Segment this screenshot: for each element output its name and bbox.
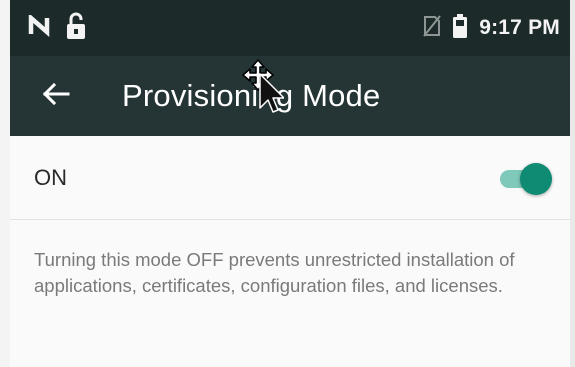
settings-content: ON Turning this mode OFF prevents unrest…	[10, 136, 570, 367]
lock-open-icon	[66, 12, 86, 45]
toggle-label: ON	[34, 165, 67, 190]
right-edge	[570, 0, 575, 367]
arrow-left-icon	[41, 82, 71, 111]
battery-icon	[453, 13, 468, 43]
status-left-icons	[28, 12, 86, 45]
provisioning-mode-switch[interactable]	[496, 163, 552, 195]
status-right-icons: 9:17 PM	[423, 13, 560, 43]
status-time: 9:17 PM	[479, 16, 560, 39]
status-bar: 9:17 PM	[10, 0, 570, 56]
back-button[interactable]	[34, 74, 78, 118]
mode-description: Turning this mode OFF prevents unrestric…	[34, 249, 515, 296]
notification-n-icon	[28, 12, 50, 42]
left-edge	[0, 0, 10, 367]
toolbar: Provisioning Mode	[10, 56, 570, 136]
switch-thumb	[520, 163, 552, 195]
provisioning-toggle-row[interactable]: ON	[10, 136, 570, 220]
no-sim-icon	[423, 14, 442, 42]
screen: 9:17 PM Provisioning Mode ON Turning thi…	[0, 0, 575, 367]
page-title: Provisioning Mode	[122, 78, 381, 113]
